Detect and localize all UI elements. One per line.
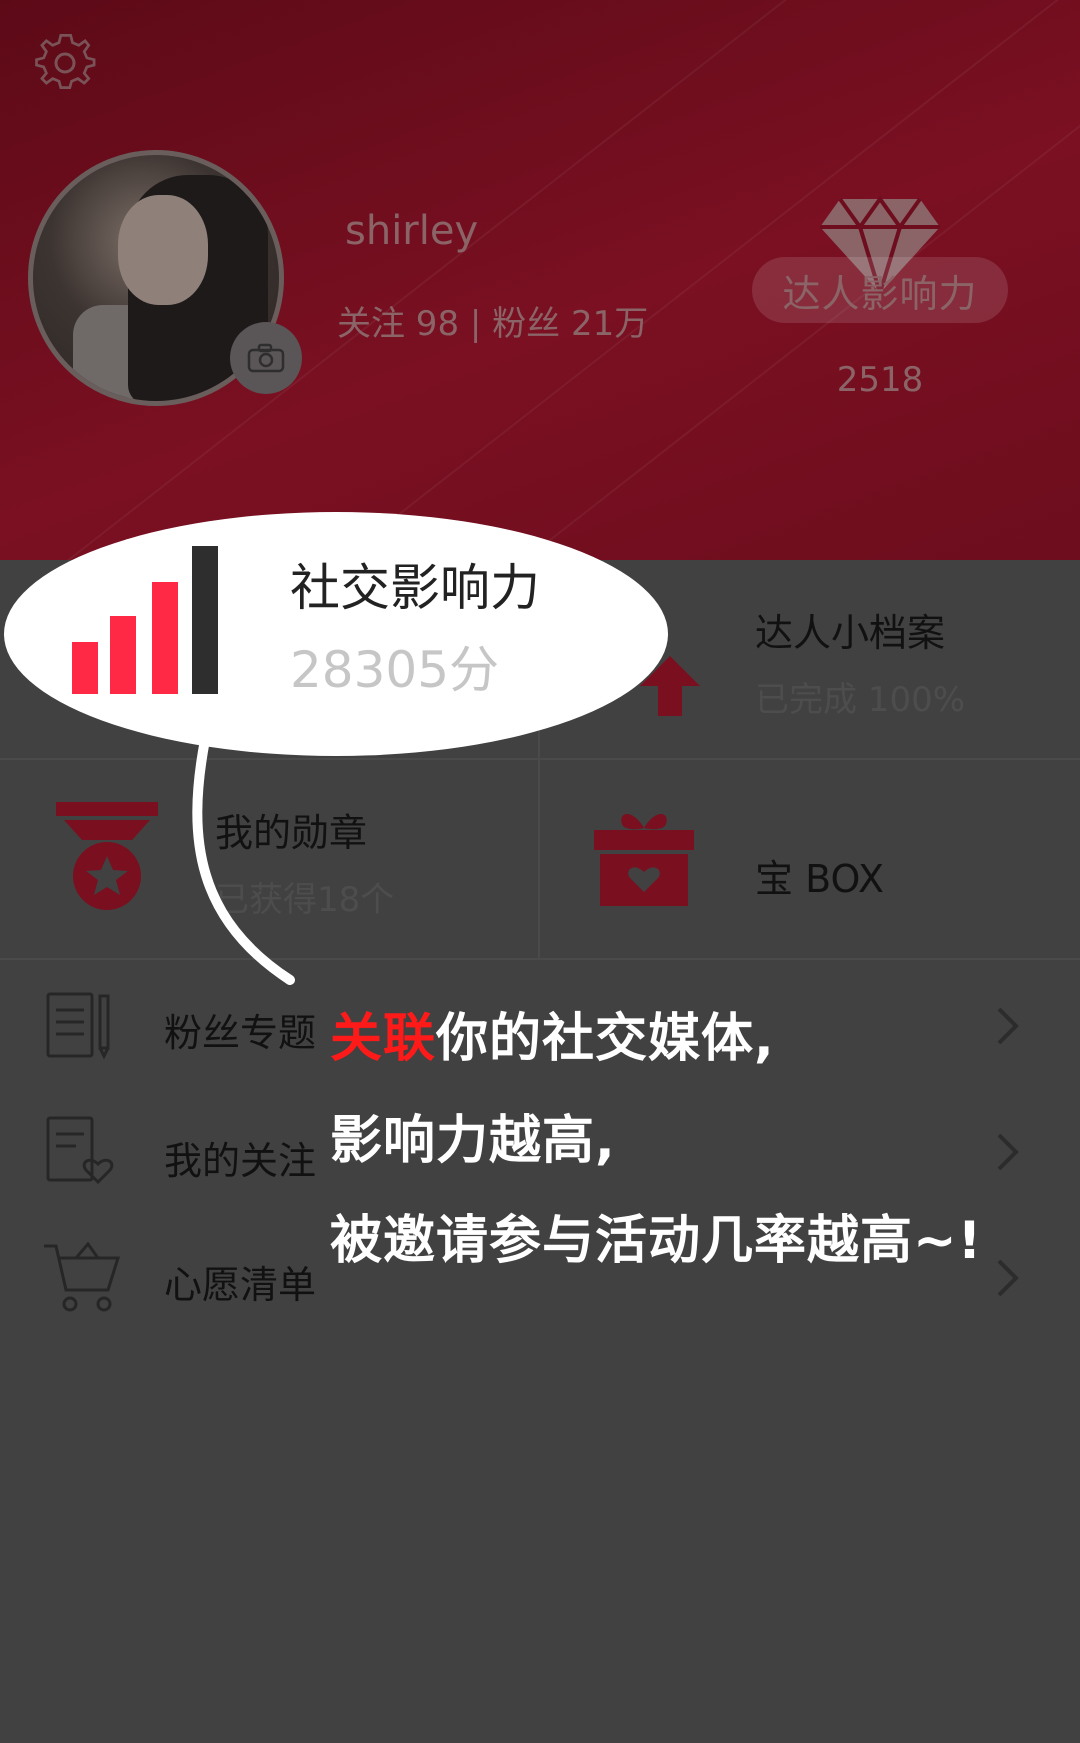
caption-highlight: 关联 — [330, 1009, 437, 1069]
caption-line-1: 关联你的社交媒体, — [330, 996, 775, 1071]
bubble-title: 社交影响力 — [290, 559, 540, 617]
caption-line-1-text: 你的社交媒体, — [436, 1009, 775, 1069]
bubble-score: 28305分 — [290, 641, 500, 699]
caption-line-2: 影响力越高, — [330, 1111, 616, 1171]
callout-pointer-line — [192, 735, 295, 985]
caption-line-3: 被邀请参与活动几率越高~! — [330, 1211, 983, 1271]
profile-page: shirley 关注 98 | 粉丝 21万 达人影响力 2518 达人小档案 … — [0, 0, 1080, 1743]
signal-bars-icon — [72, 546, 218, 694]
